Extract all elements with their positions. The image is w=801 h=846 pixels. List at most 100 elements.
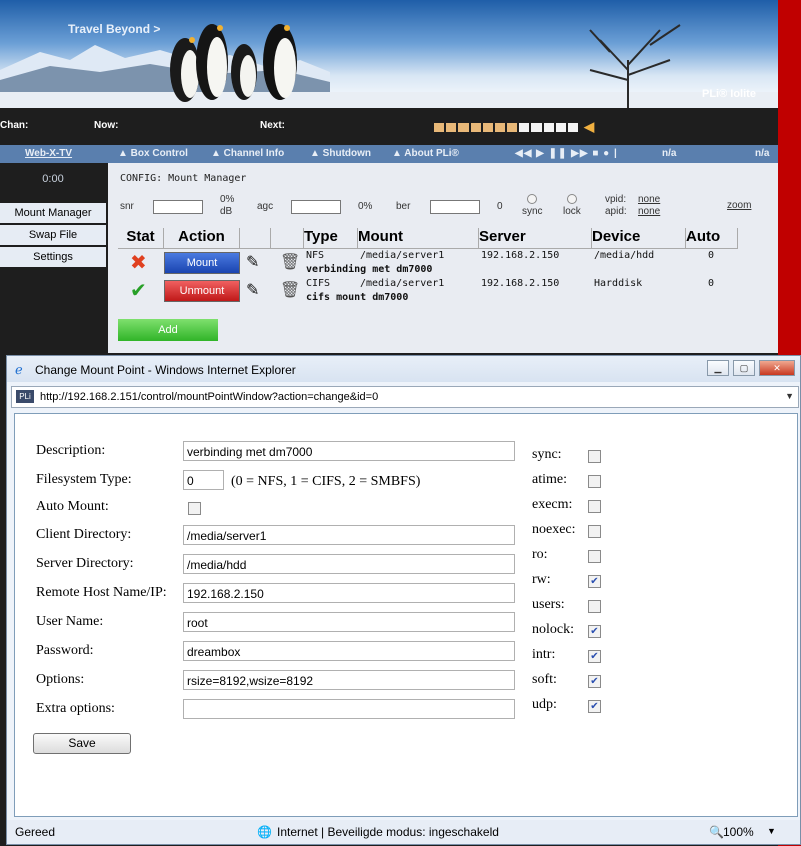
status-zoom[interactable]: 100% xyxy=(723,825,754,839)
th-mount: Mount xyxy=(358,228,479,249)
webx-tv-link[interactable]: Web-X-TV xyxy=(25,148,72,159)
zoom-link[interactable]: zoom xyxy=(727,200,751,211)
row1-server: 192.168.2.150 xyxy=(481,250,560,261)
vpid-value[interactable]: none xyxy=(638,194,660,205)
nav-channel-info[interactable]: ▲ Channel Info xyxy=(211,148,284,159)
url-text[interactable]: http://192.168.2.151/control/mountPointW… xyxy=(40,391,378,403)
volume-segment[interactable] xyxy=(446,122,457,132)
volume-bar[interactable]: ◀ xyxy=(434,119,594,135)
volume-segment[interactable] xyxy=(482,122,493,132)
close-button[interactable]: ✕ xyxy=(759,360,795,376)
option-checkbox-sync[interactable] xyxy=(588,450,601,463)
option-label-execm: execm: xyxy=(532,497,573,512)
volume-segment[interactable] xyxy=(531,122,542,132)
row1-mount: /media/server1 xyxy=(360,250,445,261)
save-button[interactable]: Save xyxy=(33,733,131,754)
row2-type: CIFS xyxy=(306,278,331,289)
nav-about-pli[interactable]: ▲ About PLi® xyxy=(392,148,459,159)
password-label: Password: xyxy=(36,643,94,658)
mount-button[interactable]: Mount xyxy=(164,252,240,274)
ie-status-bar: Gereed 🌐 Internet | Beveiligde modus: in… xyxy=(7,820,800,844)
fstype-hint: (0 = NFS, 1 = CIFS, 2 = SMBFS) xyxy=(231,474,421,489)
chan-label: Chan: xyxy=(0,120,29,131)
row1-type: NFS xyxy=(306,250,325,261)
volume-segment[interactable] xyxy=(494,122,506,132)
automount-checkbox[interactable] xyxy=(188,502,201,515)
address-bar[interactable]: PLi http://192.168.2.151/control/mountPo… xyxy=(11,386,799,408)
speaker-icon[interactable]: ◀ xyxy=(584,119,594,135)
edit-icon[interactable]: ✎ xyxy=(246,252,259,271)
pli-favicon: PLi xyxy=(16,390,34,403)
trash-icon[interactable]: 🗑 xyxy=(280,280,300,299)
fstype-label: Filesystem Type: xyxy=(36,472,132,487)
media-controls[interactable]: ◀◀ ▶ ❚❚ ▶▶ ■ ● | xyxy=(515,148,618,159)
trash-icon[interactable]: 🗑 xyxy=(280,252,300,271)
ie-title-bar[interactable]: ℯ Change Mount Point - Windows Internet … xyxy=(7,356,800,382)
nav-na-1: n/a xyxy=(662,148,677,159)
serverdir-input[interactable]: /media/hdd xyxy=(183,554,515,574)
volume-segment[interactable] xyxy=(519,122,530,132)
status-zone[interactable]: Internet | Beveiligde modus: ingeschakel… xyxy=(277,825,499,839)
add-button[interactable]: Add xyxy=(118,319,218,341)
lock-indicator-icon xyxy=(567,194,577,204)
nav-bar: Web-X-TV ▲ Box Control ▲ Channel Info ▲ … xyxy=(0,145,778,163)
now-label: Now: xyxy=(94,120,119,131)
serverdir-label: Server Directory: xyxy=(36,556,134,571)
th-delete xyxy=(271,228,304,249)
password-input[interactable]: dreambox xyxy=(183,641,515,661)
volume-segment[interactable] xyxy=(507,122,518,132)
option-checkbox-intr[interactable]: ✔ xyxy=(588,650,601,663)
th-type: Type xyxy=(304,228,358,249)
unmount-button[interactable]: Unmount xyxy=(164,280,240,302)
option-checkbox-ro[interactable] xyxy=(588,550,601,563)
mount-point-form: Description: verbinding met dm7000 Files… xyxy=(14,413,798,817)
host-label: Remote Host Name/IP: xyxy=(36,585,167,600)
extra-options-input[interactable] xyxy=(183,699,515,719)
option-label-soft: soft: xyxy=(532,672,557,687)
description-label: Description: xyxy=(36,443,106,458)
fstype-input[interactable]: 0 xyxy=(183,470,224,490)
minimize-button[interactable]: ▁ xyxy=(707,360,729,376)
sidebar-item-settings[interactable]: Settings xyxy=(0,247,106,267)
option-checkbox-noexec[interactable] xyxy=(588,525,601,538)
volume-segment[interactable] xyxy=(543,122,554,132)
apid-value[interactable]: none xyxy=(638,206,660,217)
nav-box-control[interactable]: ▲ Box Control xyxy=(118,148,188,159)
option-checkbox-soft[interactable]: ✔ xyxy=(588,675,601,688)
option-checkbox-nolock[interactable]: ✔ xyxy=(588,625,601,638)
row2-description: cifs mount dm7000 xyxy=(306,292,409,303)
maximize-button[interactable]: ▢ xyxy=(733,360,755,376)
username-input[interactable]: root xyxy=(183,612,515,632)
row2-device: Harddisk xyxy=(594,278,643,289)
option-label-atime: atime: xyxy=(532,472,567,487)
ie-window-title: Change Mount Point - Windows Internet Ex… xyxy=(35,363,296,377)
volume-segment[interactable] xyxy=(458,122,469,132)
status-ok-icon: ✔ xyxy=(130,278,147,302)
volume-segment[interactable] xyxy=(555,122,566,132)
ber-label: ber xyxy=(396,201,411,212)
volume-segment[interactable] xyxy=(470,122,481,132)
row1-auto: 0 xyxy=(708,250,715,261)
sidebar-item-mount-manager[interactable]: Mount Manager xyxy=(0,203,106,223)
option-checkbox-rw[interactable]: ✔ xyxy=(588,575,601,588)
chevron-down-icon[interactable]: ▼ xyxy=(785,391,794,401)
options-input[interactable]: rsize=8192,wsize=8192 xyxy=(183,670,515,690)
option-checkbox-atime[interactable] xyxy=(588,475,601,488)
nav-shutdown[interactable]: ▲ Shutdown xyxy=(310,148,371,159)
edit-icon[interactable]: ✎ xyxy=(246,280,259,299)
host-input[interactable]: 192.168.2.150 xyxy=(183,583,515,603)
option-checkbox-udp[interactable]: ✔ xyxy=(588,700,601,713)
option-label-intr: intr: xyxy=(532,647,556,662)
banner-slogan: Travel Beyond > xyxy=(68,22,161,36)
snr-value: 0% xyxy=(220,194,235,205)
option-checkbox-users[interactable] xyxy=(588,600,601,613)
option-checkbox-execm[interactable] xyxy=(588,500,601,513)
description-input[interactable]: verbinding met dm7000 xyxy=(183,441,515,461)
zoom-chevron-down-icon[interactable]: ▼ xyxy=(767,826,776,836)
banner-brand: PLi® Iolite xyxy=(702,88,756,100)
volume-segment[interactable] xyxy=(567,122,579,132)
sidebar-item-swap-file[interactable]: Swap File xyxy=(0,225,106,245)
volume-segment[interactable] xyxy=(434,122,445,132)
clientdir-input[interactable]: /media/server1 xyxy=(183,525,515,545)
status-error-icon: ✖ xyxy=(130,250,147,274)
